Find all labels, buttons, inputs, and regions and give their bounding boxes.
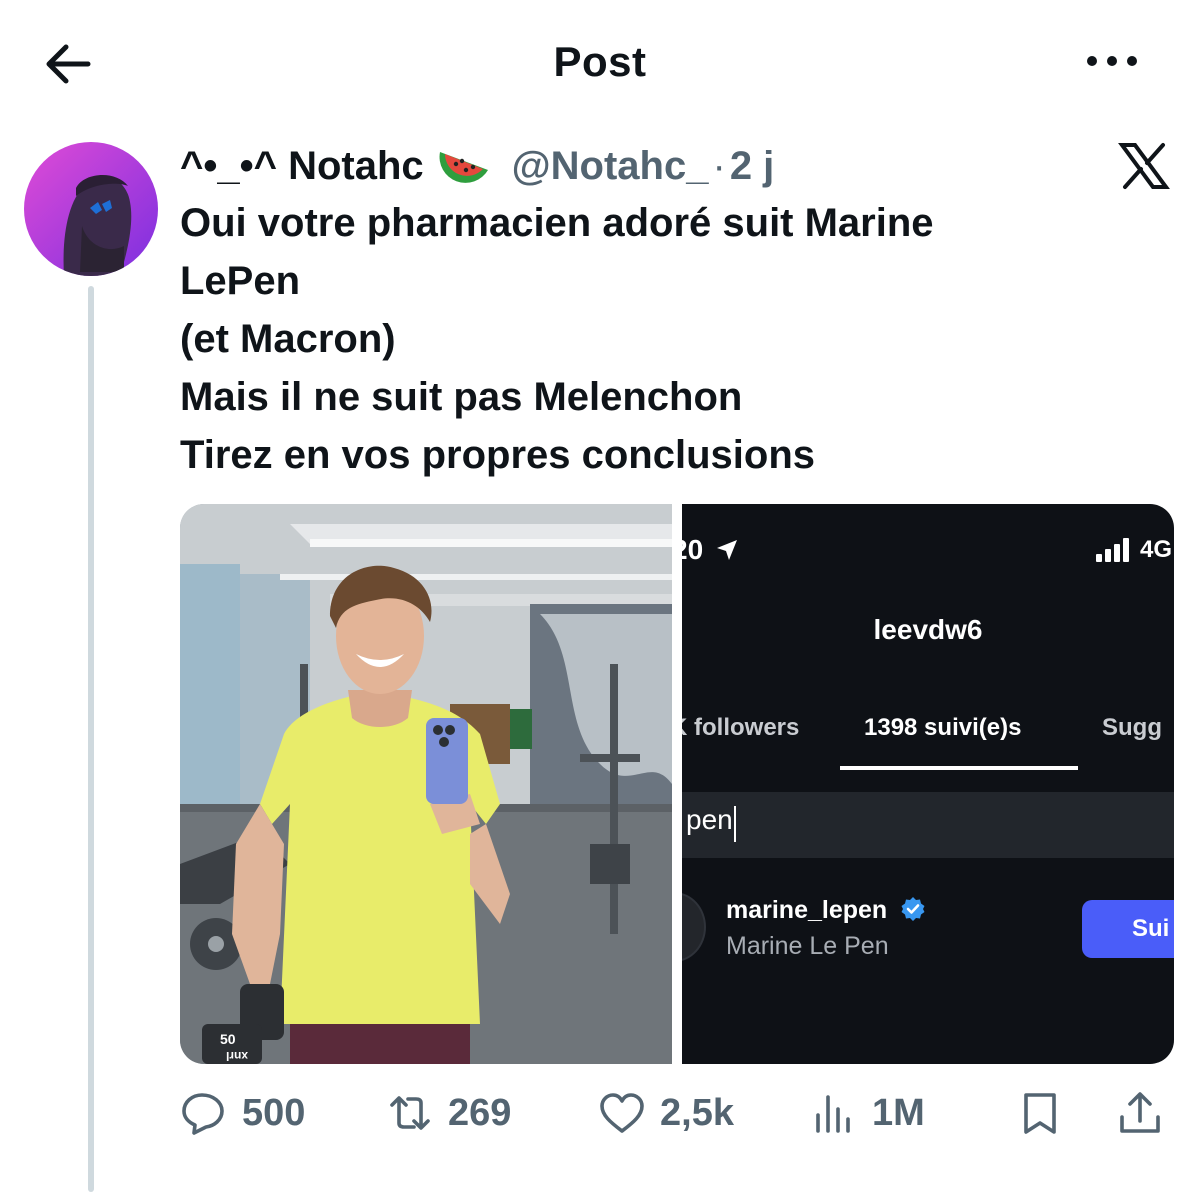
avatar[interactable] bbox=[24, 142, 158, 276]
display-name[interactable]: ^•_•^ Notahc bbox=[180, 144, 424, 189]
result-username[interactable]: marine_lepen bbox=[726, 896, 926, 925]
status-time: 20 bbox=[682, 534, 739, 566]
tab-followers[interactable]: K followers bbox=[682, 714, 799, 742]
network-indicator: 4G bbox=[1140, 536, 1173, 563]
like-count: 2,5k bbox=[660, 1091, 734, 1134]
location-arrow-icon bbox=[716, 540, 737, 560]
tweet-media[interactable]: 50 xnrl 20 4G leevdw6 K followers 1398 s… bbox=[180, 504, 1174, 1064]
action-bar: 500 269 2,5k 1M bbox=[180, 1086, 1174, 1146]
watermelon-icon bbox=[439, 152, 488, 183]
result-avatar[interactable] bbox=[682, 892, 706, 962]
profile-username: leevdw6 bbox=[873, 614, 983, 645]
repost-count: 269 bbox=[448, 1091, 512, 1134]
tab-following[interactable]: 1398 suivi(e)s bbox=[864, 714, 1021, 742]
gym-selfie-photo[interactable]: 50 xnrl bbox=[180, 504, 672, 1064]
views-button[interactable]: 1M bbox=[810, 1086, 925, 1140]
tweet-text-line: LePen bbox=[180, 259, 301, 303]
thread-line bbox=[88, 286, 94, 1192]
tweet-text-line: (et Macron) bbox=[180, 317, 396, 361]
active-tab-indicator bbox=[840, 766, 1078, 770]
reply-button[interactable]: 500 bbox=[180, 1086, 305, 1140]
result-username-text: marine_lepen bbox=[726, 896, 888, 924]
post-time[interactable]: 2 j bbox=[730, 144, 774, 189]
views-count: 1M bbox=[872, 1091, 925, 1134]
views-icon bbox=[816, 1095, 850, 1133]
repost-button[interactable]: 269 bbox=[386, 1086, 511, 1140]
tweet-header: ^•_•^ Notahc @Notahc_ · 2 j bbox=[180, 138, 774, 194]
tweet-text-line: Oui votre pharmacien adoré suit Marine bbox=[180, 201, 934, 245]
top-bar: Post bbox=[0, 0, 1200, 120]
tweet-text-line: Mais il ne suit pas Melenchon bbox=[180, 375, 743, 419]
separator-dot: · bbox=[712, 143, 726, 188]
bookmark-button[interactable] bbox=[1016, 1086, 1078, 1140]
dumbbell-brand: xnrl bbox=[226, 1049, 248, 1063]
follow-button[interactable]: Sui bbox=[1082, 900, 1174, 958]
like-icon bbox=[600, 1093, 644, 1133]
reply-icon bbox=[182, 1093, 224, 1135]
dumbbell-weight: 50 bbox=[220, 1031, 236, 1047]
tweet-text-line: Tirez en vos propres conclusions bbox=[180, 433, 815, 477]
share-button[interactable] bbox=[1116, 1086, 1178, 1140]
signal-icon bbox=[1096, 538, 1129, 562]
like-button[interactable]: 2,5k bbox=[598, 1086, 734, 1140]
share-icon bbox=[1120, 1092, 1160, 1133]
tab-suggested[interactable]: Sugg bbox=[1102, 714, 1162, 742]
repost-icon bbox=[390, 1096, 430, 1130]
more-icon[interactable] bbox=[1084, 46, 1140, 76]
text-cursor bbox=[734, 806, 736, 842]
verified-icon bbox=[901, 897, 925, 921]
instagram-screenshot[interactable]: 20 4G leevdw6 K followers 1398 suivi(e)s… bbox=[682, 504, 1174, 1064]
user-handle[interactable]: @Notahc_ bbox=[512, 144, 709, 189]
status-time-text: 20 bbox=[682, 534, 704, 565]
result-full-name: Marine Le Pen bbox=[726, 932, 889, 960]
tweet-text: Oui votre pharmacien adoré suit Marine L… bbox=[180, 194, 1160, 484]
x-logo-icon bbox=[1118, 143, 1170, 189]
bookmark-icon bbox=[1024, 1093, 1056, 1134]
search-query: pen bbox=[686, 804, 733, 835]
search-input[interactable]: pen bbox=[682, 792, 1174, 858]
page-title: Post bbox=[553, 38, 647, 85]
reply-count: 500 bbox=[242, 1091, 306, 1134]
